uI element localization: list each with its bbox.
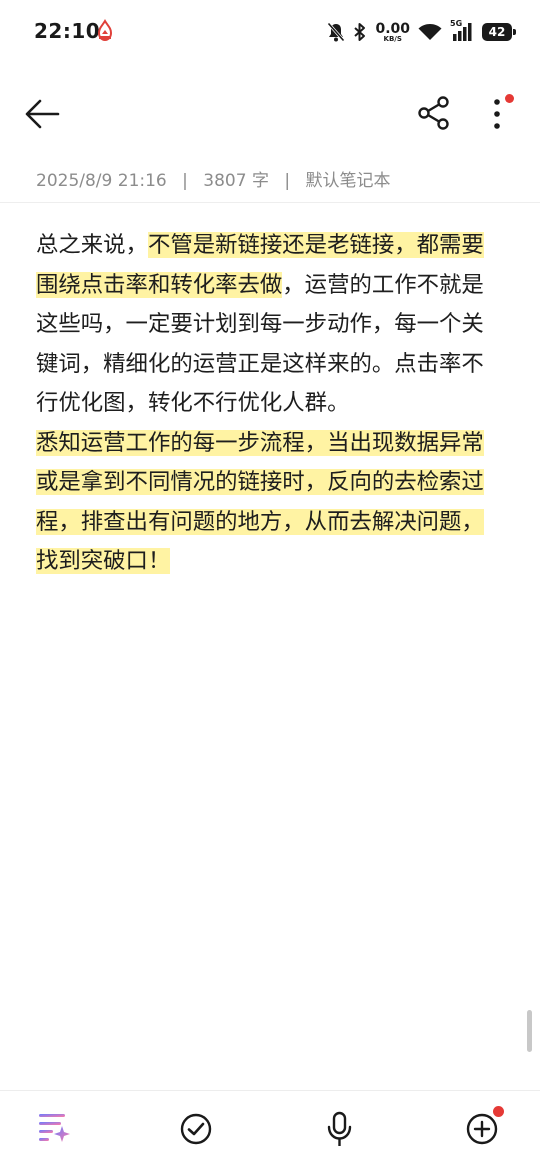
net-speed: 0.00 KB/S — [375, 22, 410, 43]
status-bar: 22:10 0.00 KB/S 5G 42 — [0, 0, 540, 62]
meta-separator: | — [182, 171, 188, 191]
status-icons: 0.00 KB/S 5G 42 — [327, 17, 516, 47]
voice-input-button[interactable] — [320, 1109, 360, 1149]
add-badge — [493, 1106, 504, 1117]
checklist-button[interactable] — [176, 1109, 216, 1149]
share-icon[interactable] — [416, 95, 452, 131]
note-word-count: 3807 字 — [203, 171, 269, 191]
ai-assist-button[interactable] — [34, 1109, 74, 1149]
note-meta: 2025/8/9 21:16 | 3807 字 | 默认笔记本 — [36, 166, 391, 191]
net-speed-unit: KB/S — [383, 34, 402, 43]
add-button[interactable] — [462, 1106, 504, 1149]
scroll-indicator[interactable] — [527, 1010, 532, 1052]
signal-icon: 5G — [450, 19, 474, 42]
checklist-icon — [180, 1113, 212, 1145]
wifi-icon — [418, 24, 442, 40]
note-date: 2025/8/9 21:16 — [36, 171, 167, 191]
meta-divider — [0, 202, 540, 203]
bluetooth-icon — [354, 23, 366, 41]
more-options-button[interactable] — [484, 94, 514, 134]
note-paragraph: 总之来说，不管是新链接还是老链接，都需要围绕点击率和转化率去做，运营的工作不就是… — [36, 226, 506, 424]
ai-sparkle-icon — [39, 1114, 70, 1142]
battery-level: 42 — [488, 25, 506, 39]
flame-app-icon — [97, 19, 113, 42]
back-arrow-icon[interactable] — [22, 96, 62, 132]
highlighted-text: 悉知运营工作的每一步流程，当出现数据异常或是拿到不同情况的链接时，反向的去检索过… — [36, 429, 484, 574]
battery-icon: 42 — [482, 23, 516, 41]
microphone-icon — [327, 1111, 352, 1146]
net-speed-value: 0.00 — [375, 20, 410, 37]
note-text: 总之来说， — [36, 232, 148, 258]
note-body[interactable]: 总之来说，不管是新链接还是老链接，都需要围绕点击率和转化率去做，运营的工作不就是… — [36, 226, 506, 582]
bottom-toolbar — [0, 1090, 540, 1149]
status-time: 22:10 — [34, 19, 101, 43]
notebook-name[interactable]: 默认笔记本 — [306, 171, 391, 191]
notification-badge — [505, 94, 514, 103]
note-paragraph: 悉知运营工作的每一步流程，当出现数据异常或是拿到不同情况的链接时，反向的去检索过… — [36, 424, 506, 582]
mute-bell-icon — [327, 22, 346, 42]
meta-separator: | — [284, 171, 291, 191]
top-nav — [0, 80, 540, 150]
